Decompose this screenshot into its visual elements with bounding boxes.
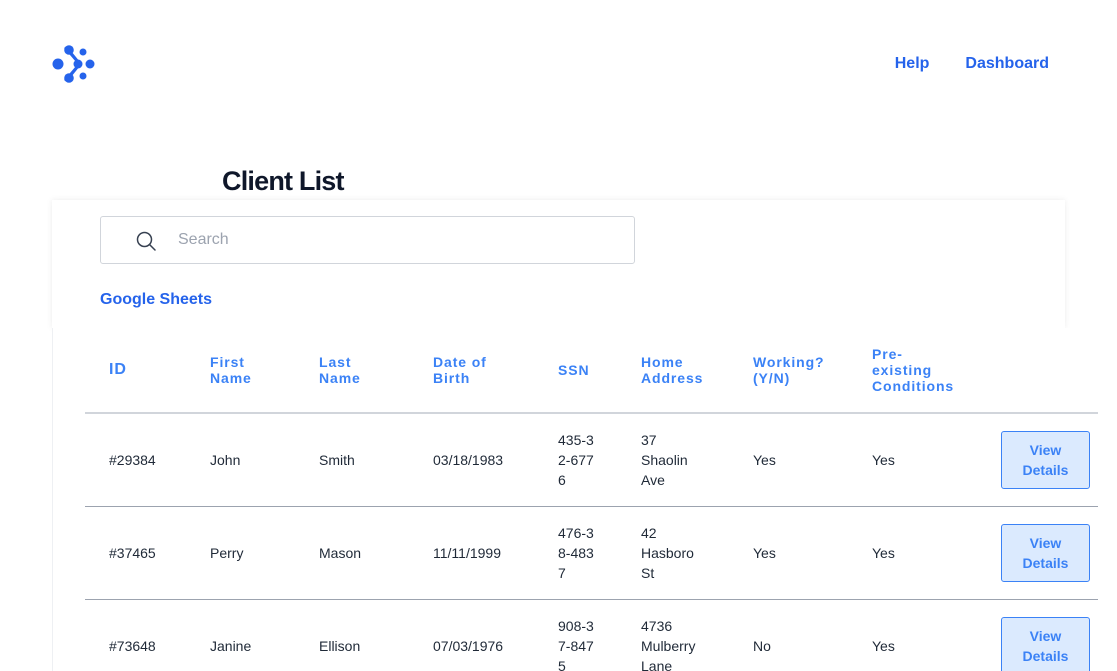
cell-last-name: Smith	[319, 413, 433, 507]
cell-last-name: Mason	[319, 506, 433, 600]
cell-working: Yes	[753, 506, 872, 600]
header-home-address[interactable]: Home Address	[641, 328, 753, 414]
view-details-button[interactable]: View Details	[1001, 430, 1090, 489]
header-dob[interactable]: Date of Birth	[433, 328, 558, 414]
header-dob-label: Date of Birth	[433, 354, 487, 386]
view-details-button[interactable]: View Details	[1001, 616, 1090, 671]
google-sheets-link[interactable]: Google Sheets	[100, 291, 212, 309]
header-working[interactable]: Working? (Y/N)	[753, 328, 872, 414]
header-preexisting[interactable]: Pre-existing Conditions	[872, 328, 1000, 414]
search-icon	[136, 231, 156, 251]
header-last-name[interactable]: Last Name	[319, 328, 433, 414]
header-id[interactable]: ID	[85, 328, 210, 414]
client-table-panel: ID First Name Last Name Date of Birth SS…	[52, 328, 1117, 671]
cell-action: View Details	[1000, 599, 1098, 671]
cell-id: #73648	[85, 599, 210, 671]
cell-id: #37465	[85, 506, 210, 600]
cell-ssn-container: 435-32-6776	[558, 413, 641, 507]
client-table: ID First Name Last Name Date of Birth SS…	[85, 328, 1098, 671]
cell-ssn: 435-32-6776	[558, 431, 594, 488]
table-header-row: ID First Name Last Name Date of Birth SS…	[85, 328, 1098, 414]
cell-address-container: 42 Hasboro St	[641, 506, 753, 600]
cell-address: 4736 Mulberry Lane	[641, 617, 696, 671]
header-preexisting-label: Pre-existing Conditions	[872, 346, 955, 394]
table-row: #37465 Perry Mason 11/11/1999 476-38-483…	[85, 506, 1098, 600]
cell-working: Yes	[753, 413, 872, 507]
cell-last-name: Ellison	[319, 599, 433, 671]
cell-ssn: 476-38-4837	[558, 524, 594, 581]
client-list-page: Help Dashboard Client List Google Sheets…	[0, 0, 1117, 671]
cell-action: View Details	[1000, 506, 1098, 600]
cell-address-container: 37 Shaolin Ave	[641, 413, 753, 507]
header-actions	[1000, 328, 1098, 414]
page-title: Client List	[222, 166, 345, 196]
cell-dob: 03/18/1983	[433, 413, 558, 507]
cell-working: No	[753, 599, 872, 671]
top-nav: Help Dashboard	[895, 55, 1049, 73]
search-input[interactable]	[178, 218, 618, 262]
cell-preexisting: Yes	[872, 599, 1000, 671]
header-working-label: Working? (Y/N)	[753, 354, 825, 386]
cell-preexisting: Yes	[872, 506, 1000, 600]
header-home-address-label: Home Address	[641, 354, 704, 386]
header-first-name[interactable]: First Name	[210, 328, 319, 414]
cell-id: #29384	[85, 413, 210, 507]
cell-address: 37 Shaolin Ave	[641, 431, 688, 488]
cell-first-name: Janine	[210, 599, 319, 671]
cell-ssn-container: 476-38-4837	[558, 506, 641, 600]
header-first-name-label: First Name	[210, 354, 252, 386]
search-card: Google Sheets	[52, 200, 1065, 328]
cell-first-name: Perry	[210, 506, 319, 600]
cell-ssn-container: 908-37-8475	[558, 599, 641, 671]
table-row: #73648 Janine Ellison 07/03/1976 908-37-…	[85, 599, 1098, 671]
cell-first-name: John	[210, 413, 319, 507]
table-row: #29384 John Smith 03/18/1983 435-32-6776…	[85, 413, 1098, 507]
chevron-dots-logo-icon[interactable]	[52, 44, 96, 84]
header-ssn[interactable]: SSN	[558, 328, 641, 414]
cell-preexisting: Yes	[872, 413, 1000, 507]
cell-address-container: 4736 Mulberry Lane	[641, 599, 753, 671]
help-link[interactable]: Help	[895, 55, 930, 73]
dashboard-link[interactable]: Dashboard	[965, 55, 1049, 73]
cell-address: 42 Hasboro St	[641, 524, 694, 581]
view-details-button[interactable]: View Details	[1001, 523, 1090, 582]
cell-action: View Details	[1000, 413, 1098, 507]
cell-dob: 11/11/1999	[433, 506, 558, 600]
search-box[interactable]	[100, 216, 635, 264]
cell-dob: 07/03/1976	[433, 599, 558, 671]
cell-ssn: 908-37-8475	[558, 617, 594, 671]
header-last-name-label: Last Name	[319, 354, 361, 386]
